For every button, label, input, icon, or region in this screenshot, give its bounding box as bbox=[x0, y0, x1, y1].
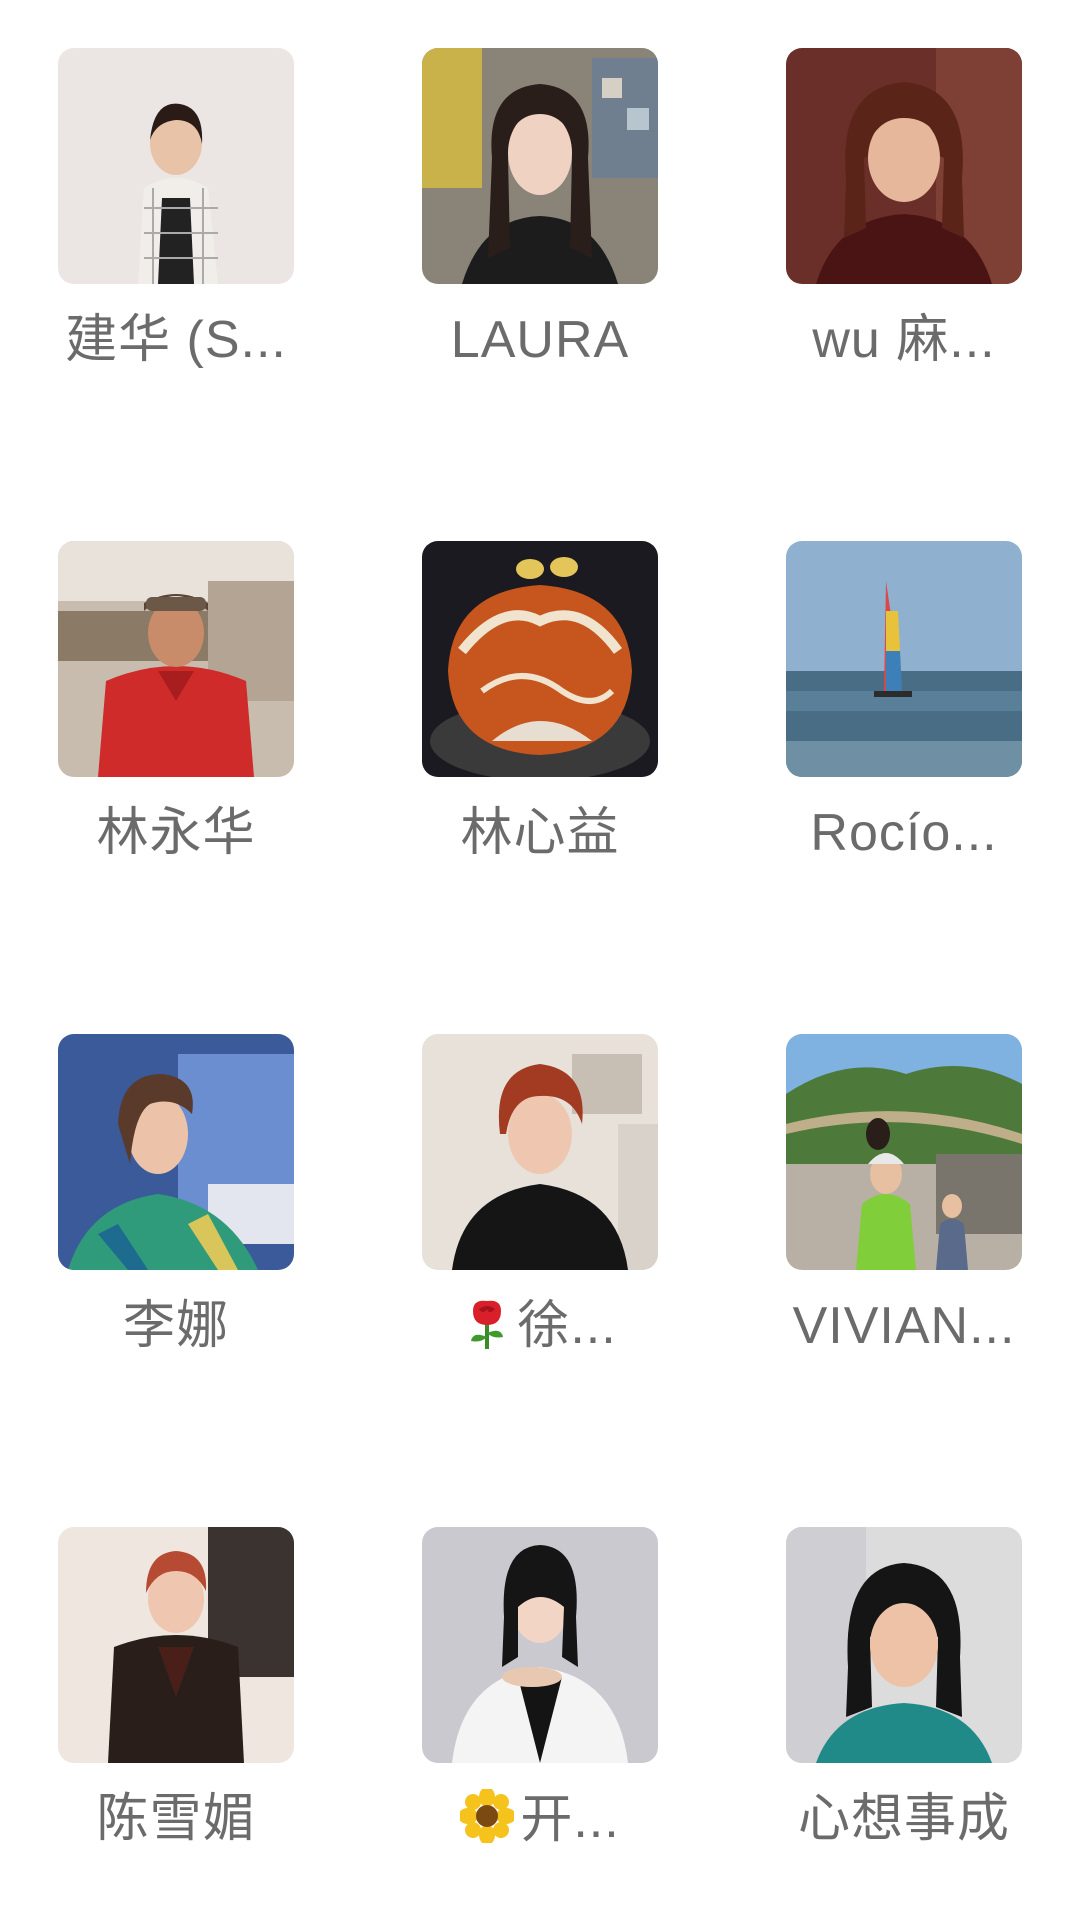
rose-icon bbox=[463, 1297, 511, 1349]
member-tile-7[interactable]: 李娜 bbox=[28, 1034, 328, 1394]
member-name-1: 建华 (S... bbox=[65, 311, 287, 369]
member-tile-12[interactable]: 心想事成 bbox=[756, 1527, 1056, 1887]
member-name-7: 李娜 bbox=[122, 1297, 229, 1355]
member-avatar-9[interactable] bbox=[786, 1034, 1022, 1270]
member-avatar-12[interactable] bbox=[786, 1527, 1022, 1763]
sunflower-icon bbox=[460, 1789, 515, 1843]
member-avatar-4[interactable] bbox=[58, 541, 294, 777]
member-name-6: Rocío... bbox=[810, 804, 998, 862]
member-avatar-3[interactable] bbox=[786, 48, 1022, 284]
member-name-4: 林永华 bbox=[96, 804, 256, 862]
member-avatar-11[interactable] bbox=[422, 1527, 658, 1763]
member-avatar-8[interactable] bbox=[422, 1034, 658, 1270]
member-tile-3[interactable]: wu 麻... bbox=[756, 48, 1056, 408]
member-tile-6[interactable]: Rocío... bbox=[756, 541, 1056, 901]
member-name-3: wu 麻... bbox=[812, 311, 996, 369]
member-tile-2[interactable]: LAURA bbox=[392, 48, 692, 408]
member-name-9: VIVIAN... bbox=[792, 1297, 1016, 1355]
member-tile-8[interactable]: 徐... bbox=[392, 1034, 692, 1394]
member-name-8: 徐... bbox=[362, 1296, 718, 1356]
member-avatar-5[interactable] bbox=[422, 541, 658, 777]
member-tile-10[interactable]: 陈雪媚 bbox=[28, 1527, 328, 1887]
member-avatar-7[interactable] bbox=[58, 1034, 294, 1270]
member-avatar-6[interactable] bbox=[786, 541, 1022, 777]
member-avatar-2[interactable] bbox=[422, 48, 658, 284]
member-grid: 建华 (S... LAURA wu 麻... 林永华 林心益 Rocío... … bbox=[0, 0, 1080, 1920]
member-avatar-10[interactable] bbox=[58, 1527, 294, 1763]
member-name-12: 心想事成 bbox=[797, 1790, 1010, 1848]
member-tile-5[interactable]: 林心益 bbox=[392, 541, 692, 901]
member-tile-1[interactable]: 建华 (S... bbox=[28, 48, 328, 408]
member-tile-4[interactable]: 林永华 bbox=[28, 541, 328, 901]
member-name-5: 林心益 bbox=[460, 804, 620, 862]
member-name-11: 开... bbox=[362, 1789, 718, 1850]
member-tile-11[interactable]: 开... bbox=[392, 1527, 692, 1887]
member-name-10: 陈雪媚 bbox=[96, 1790, 256, 1848]
member-name-2: LAURA bbox=[450, 311, 630, 369]
member-avatar-1[interactable] bbox=[58, 48, 294, 284]
member-tile-9[interactable]: VIVIAN... bbox=[756, 1034, 1056, 1394]
